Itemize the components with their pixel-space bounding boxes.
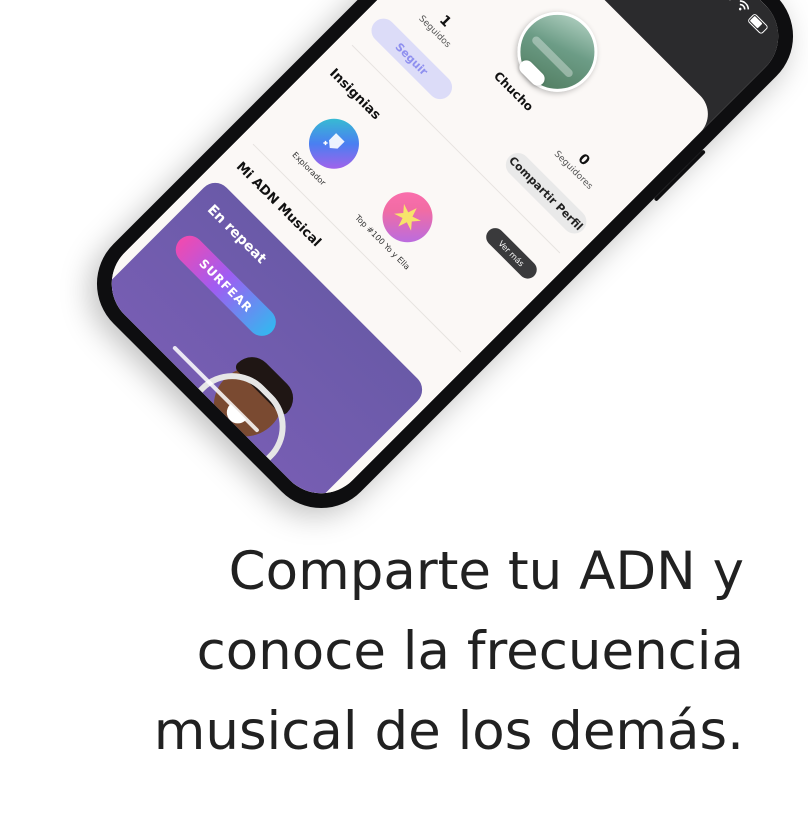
status-icons [718, 0, 770, 36]
badge-top[interactable]: Top #100 Yo y Ella [347, 168, 457, 278]
phone-mockup: Chucho 1 Seguidos 0 Seguidores Seguir Co… [73, 0, 808, 532]
profile-content: Chucho 1 Seguidos 0 Seguidores Seguir Co… [93, 0, 719, 512]
signal-icon [718, 0, 738, 3]
caption-line: conoce la frecuencia [196, 621, 744, 682]
caption: Comparte tu ADN y conoce la frecuencia m… [94, 532, 744, 772]
see-more-button[interactable]: Ver más [482, 224, 541, 283]
battery-icon [746, 12, 769, 35]
caption-line: musical de los demás. [153, 701, 744, 762]
wifi-icon [732, 0, 751, 17]
caption-line: Comparte tu ADN y [228, 541, 744, 602]
phone-screen: Chucho 1 Seguidos 0 Seguidores Seguir Co… [93, 0, 797, 512]
page: Chucho 1 Seguidos 0 Seguidores Seguir Co… [0, 0, 808, 820]
person-image [109, 312, 349, 512]
